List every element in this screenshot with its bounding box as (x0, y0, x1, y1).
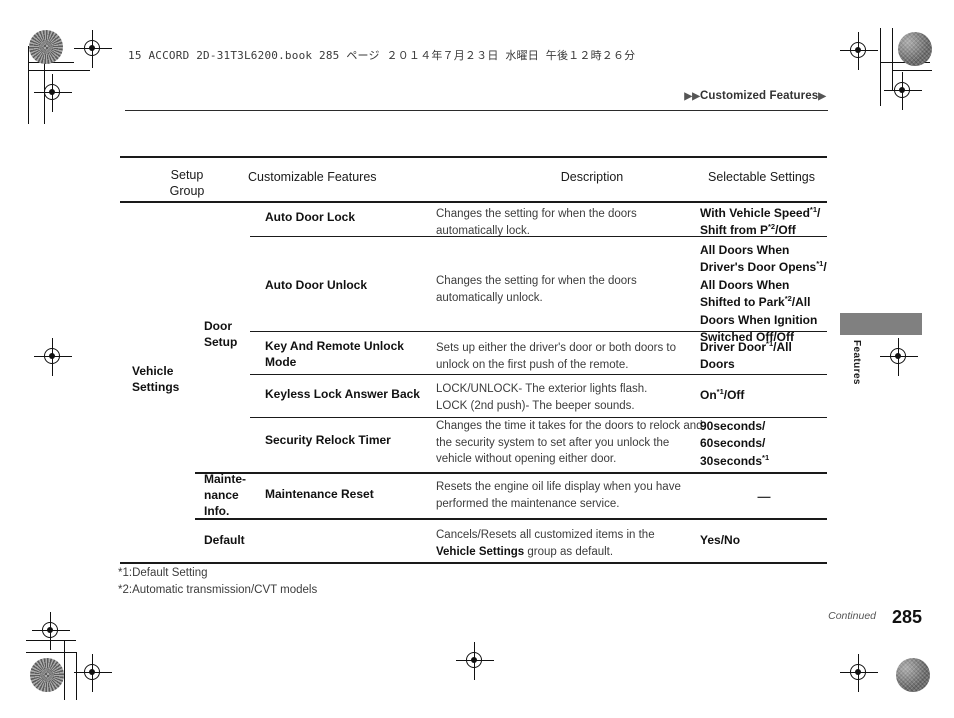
crop-line (892, 70, 932, 71)
group-label-vehicle-settings: Vehicle Settings (132, 364, 180, 395)
feature-description-security-relock-timer: Changes the time it takes for the doors … (436, 420, 703, 466)
feature-description-default: Cancels/Resets all customized items in t… (436, 529, 655, 558)
feature-settings-key-and-remote-unlock-mode: Driver Door*1/All Doors (700, 339, 792, 372)
registration-mark-right-center (880, 338, 918, 376)
registration-mark (32, 612, 70, 650)
header-rule (125, 110, 828, 111)
chevron-right-icon: ▶ (818, 91, 826, 102)
feature-name-auto-door-unlock: Auto Door Unlock (265, 278, 367, 292)
footnote-2: *2:Automatic transmission/CVT models (118, 583, 318, 596)
feature-settings-default: Yes/No (700, 533, 741, 547)
page-number: 285 (891, 607, 922, 627)
table-bottom-rule (120, 562, 827, 564)
halftone-dot (29, 30, 63, 64)
column-header-setup-group: Setup Group (169, 168, 205, 198)
footnote-1: *1:Default Setting (118, 567, 208, 579)
registration-mark-bottom-center (456, 642, 494, 680)
crop-line (26, 652, 76, 653)
feature-settings-security-relock-timer: 90seconds/60seconds/30seconds*1 (700, 419, 770, 468)
halftone-dot (30, 658, 64, 692)
registration-mark (34, 74, 72, 112)
group-label-maintenance-info: Mainte- nance Info. (204, 472, 246, 519)
group-rule (195, 472, 827, 474)
chevron-left-icon: ▶▶ (684, 91, 700, 102)
feature-name-security-relock-timer: Security Relock Timer (265, 433, 391, 447)
header-bottom-rule (120, 201, 827, 203)
registration-mark (840, 654, 878, 692)
halftone-dot (896, 658, 930, 692)
feature-name-maintenance-reset: Maintenance Reset (265, 487, 374, 501)
registration-mark (840, 32, 878, 70)
continued-label: Continued (828, 610, 876, 622)
subgroup-label-door-setup: Door Setup (204, 319, 238, 350)
feature-name-auto-door-lock: Auto Door Lock (265, 210, 355, 224)
feature-settings-auto-door-unlock: All Doors When Driver's Door Opens*1/All … (700, 243, 827, 344)
running-head-label: Customized Features (700, 90, 819, 102)
feature-description-keyless-lock-answer-back: LOCK/UNLOCK- The exterior lights flash. … (436, 383, 648, 412)
registration-mark-left-center (34, 338, 72, 376)
feature-settings-keyless-lock-answer-back: On*1/Off (700, 387, 745, 402)
feature-description-key-and-remote-unlock-mode: Sets up either the driver's door or both… (436, 342, 676, 371)
group-label-default: Default (204, 533, 245, 547)
table-top-rule (120, 156, 827, 158)
feature-description-auto-door-unlock: Changes the setting for when the doors a… (436, 275, 637, 304)
book-file-line: 15 ACCORD 2D-31T3L6200.book 285 ページ ２０１４… (128, 49, 636, 62)
feature-name-key-and-remote-unlock-mode: Key And Remote Unlock Mode (265, 339, 404, 369)
running-head: ▶▶Customized Features▶ (684, 90, 826, 102)
halftone-dot (898, 32, 932, 66)
registration-mark (884, 72, 922, 110)
feature-description-auto-door-lock: Changes the setting for when the doors a… (436, 208, 637, 237)
crop-line (28, 46, 29, 124)
group-rule (195, 518, 827, 520)
feature-description-maintenance-reset: Resets the engine oil life display when … (436, 481, 681, 510)
row-rule (250, 374, 827, 375)
crop-line (28, 70, 90, 71)
crop-line (880, 28, 881, 106)
column-header-selectable-settings: Selectable Settings (707, 170, 815, 184)
column-header-description: Description (560, 170, 624, 184)
crop-line (76, 652, 77, 700)
registration-mark (74, 30, 112, 68)
feature-settings-auto-door-lock: With Vehicle Speed*1/Shift from P*2/Off (700, 205, 821, 238)
feature-settings-maintenance-reset: — (757, 489, 771, 504)
feature-name-keyless-lock-answer-back: Keyless Lock Answer Back (265, 387, 420, 401)
crop-line (64, 640, 65, 700)
registration-mark (74, 654, 112, 692)
section-tab-label: Features (851, 340, 862, 385)
footnotes: *1:Default Setting *2:Automatic transmis… (118, 565, 317, 598)
column-header-customizable-features: Customizable Features (248, 170, 377, 184)
section-tab-marker (840, 313, 922, 335)
